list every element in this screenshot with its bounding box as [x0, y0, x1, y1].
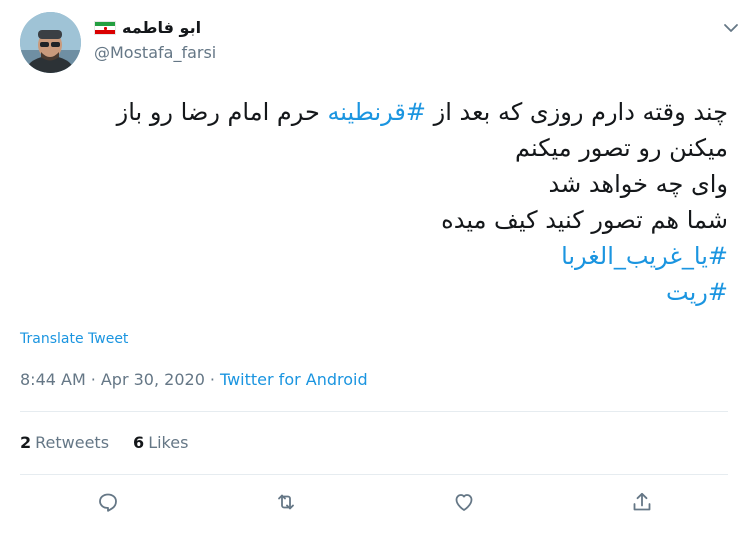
likes-label: Likes	[148, 433, 189, 452]
tweet-text: چند وقته دارم روزی که بعد از #قرنطینه حر…	[18, 94, 728, 310]
share-icon[interactable]	[628, 488, 656, 516]
tweet-stats: 2 Retweets 6 Likes	[20, 433, 188, 452]
text-segment: شما هم تصور کنید کیف میده	[441, 206, 728, 234]
retweet-icon[interactable]	[272, 488, 300, 516]
text-segment: وای چه خواهد شد	[548, 170, 729, 198]
tweet-line: شما هم تصور کنید کیف میده	[18, 202, 728, 238]
translate-tweet-link[interactable]: Translate Tweet	[20, 331, 128, 347]
tweet-line: میکنن رو تصور میکنم	[18, 130, 728, 166]
tweet-line: وای چه خواهد شد	[18, 166, 729, 202]
retweets-stat[interactable]: 2 Retweets	[20, 433, 109, 452]
reply-icon[interactable]	[94, 488, 122, 516]
meta-separator: ·	[90, 370, 96, 389]
text-segment: چند وقته دارم روزی که بعد از	[425, 98, 728, 126]
display-name-row[interactable]: ابو فاطمه	[94, 18, 216, 37]
hashtag-link[interactable]: #ریت	[666, 278, 728, 306]
like-icon[interactable]	[450, 488, 478, 516]
hashtag-link[interactable]: #یا_غریب_الغربا	[561, 242, 728, 270]
text-segment: حرم امام رضا رو باز	[116, 98, 328, 126]
retweets-count: 2	[20, 433, 32, 452]
likes-count: 6	[133, 433, 145, 452]
tweet-line: #ریت	[18, 274, 728, 310]
likes-stat[interactable]: 6 Likes	[133, 433, 188, 452]
tweet-metadata: 8:44 AM · Apr 30, 2020 · Twitter for And…	[20, 370, 368, 389]
profile-photo-icon	[20, 12, 81, 73]
divider	[20, 474, 728, 475]
tweet-header: ابو فاطمه @Mostafa_farsi	[20, 12, 740, 76]
tweet-source-link[interactable]: Twitter for Android	[220, 370, 368, 389]
author-names: ابو فاطمه @Mostafa_farsi	[94, 18, 216, 62]
tweet-card: ابو فاطمه @Mostafa_farsi چند وقته دارم ر…	[0, 0, 748, 535]
tweet-line: #یا_غریب_الغربا	[18, 238, 728, 274]
chevron-down-icon[interactable]	[722, 20, 740, 34]
hashtag-link[interactable]: #قرنطینه	[327, 98, 426, 126]
meta-separator: ·	[209, 370, 215, 389]
tweet-line: چند وقته دارم روزی که بعد از #قرنطینه حر…	[18, 94, 728, 130]
retweets-label: Retweets	[35, 433, 110, 452]
divider	[20, 411, 728, 412]
tweet-date[interactable]: Apr 30, 2020	[101, 370, 205, 389]
text-segment: میکنن رو تصور میکنم	[515, 134, 728, 162]
user-handle[interactable]: @Mostafa_farsi	[94, 43, 216, 62]
iran-flag-icon	[94, 20, 116, 35]
display-name[interactable]: ابو فاطمه	[122, 18, 201, 37]
tweet-time[interactable]: 8:44 AM	[20, 370, 86, 389]
avatar[interactable]	[20, 12, 81, 73]
tweet-actions-bar	[0, 488, 748, 520]
